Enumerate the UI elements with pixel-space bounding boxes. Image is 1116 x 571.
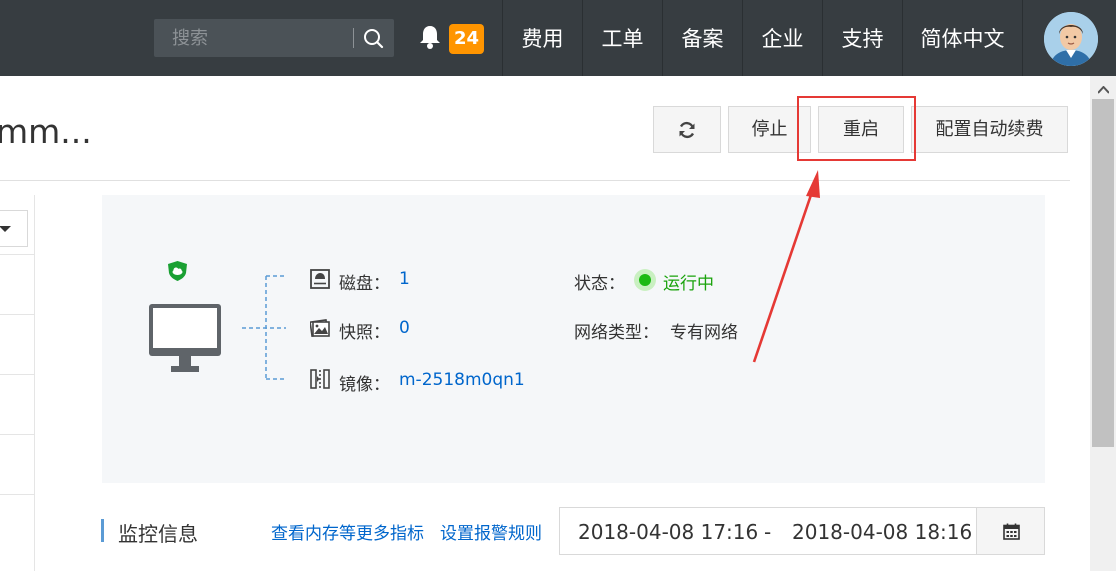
snapshot-icon bbox=[310, 319, 330, 337]
nav-item-tickets[interactable]: 工单 bbox=[582, 0, 662, 76]
image-id-link[interactable]: m-2518m0qn1 bbox=[399, 370, 525, 390]
monitor-section-title: 监控信息 bbox=[118, 522, 198, 546]
network-type-value: 专有网络 bbox=[670, 323, 738, 343]
end-time: 2018-04-08 18:16 bbox=[792, 520, 973, 544]
refresh-icon bbox=[679, 121, 695, 139]
list-divider bbox=[0, 434, 35, 435]
top-navigation-bar: 24 费用 工单 备案 企业 支持 简体中文 bbox=[0, 0, 1116, 76]
network-type-label: 网络类型： bbox=[574, 323, 659, 343]
auto-renew-button[interactable]: 配置自动续费 bbox=[911, 106, 1068, 153]
calendar-button[interactable] bbox=[976, 507, 1045, 555]
avatar[interactable] bbox=[1044, 12, 1098, 66]
notification-badge[interactable]: 24 bbox=[449, 24, 484, 54]
left-dropdown[interactable] bbox=[0, 210, 28, 247]
refresh-button[interactable] bbox=[653, 106, 721, 153]
server-monitor-icon bbox=[149, 304, 221, 372]
disk-count-link[interactable]: 1 bbox=[399, 269, 410, 289]
vertical-scrollbar[interactable] bbox=[1090, 76, 1116, 571]
left-side-list bbox=[0, 195, 35, 571]
caret-down-icon bbox=[0, 226, 11, 232]
list-divider bbox=[0, 314, 35, 315]
more-metrics-link[interactable]: 查看内存等更多指标 bbox=[271, 519, 424, 544]
nav-item-billing[interactable]: 费用 bbox=[502, 0, 582, 76]
search-divider bbox=[353, 28, 354, 48]
security-shield-icon bbox=[168, 261, 187, 281]
date-range-picker[interactable]: 2018-04-08 17:16 - 2018-04-08 18:16 bbox=[559, 507, 977, 555]
nav-item-language[interactable]: 简体中文 bbox=[902, 0, 1022, 76]
section-accent-bar bbox=[101, 519, 104, 542]
alarm-rules-link[interactable]: 设置报警规则 bbox=[440, 519, 542, 544]
status-running-indicator bbox=[634, 269, 656, 291]
search-input[interactable] bbox=[154, 19, 352, 57]
calendar-icon bbox=[1003, 523, 1020, 540]
status-label: 状态： bbox=[574, 274, 625, 294]
header-divider bbox=[0, 180, 1070, 181]
snapshot-label: 快照： bbox=[339, 323, 390, 343]
scrollbar-thumb[interactable] bbox=[1092, 99, 1114, 447]
start-time: 2018-04-08 17:16 bbox=[578, 520, 759, 544]
disk-label: 磁盘： bbox=[339, 274, 390, 294]
page-title: mm... bbox=[0, 112, 92, 151]
nav-item-enterprise[interactable]: 企业 bbox=[742, 0, 822, 76]
list-divider bbox=[0, 254, 35, 255]
list-divider bbox=[0, 374, 35, 375]
range-separator: - bbox=[764, 520, 772, 544]
scroll-up-icon[interactable] bbox=[1098, 86, 1109, 94]
image-label: 镜像： bbox=[339, 375, 390, 395]
user-menu[interactable] bbox=[1022, 0, 1116, 76]
disk-icon bbox=[310, 269, 330, 289]
restart-highlight-box bbox=[797, 96, 916, 161]
nav-item-support[interactable]: 支持 bbox=[822, 0, 902, 76]
connector-lines bbox=[242, 275, 286, 380]
list-divider bbox=[0, 494, 35, 495]
snapshot-count-link[interactable]: 0 bbox=[399, 318, 410, 338]
image-icon bbox=[310, 369, 330, 389]
search-icon[interactable] bbox=[362, 27, 386, 49]
bell-icon[interactable] bbox=[418, 24, 442, 50]
nav-item-icp-filing[interactable]: 备案 bbox=[662, 0, 742, 76]
search-box bbox=[154, 19, 394, 57]
status-value: 运行中 bbox=[663, 274, 714, 294]
